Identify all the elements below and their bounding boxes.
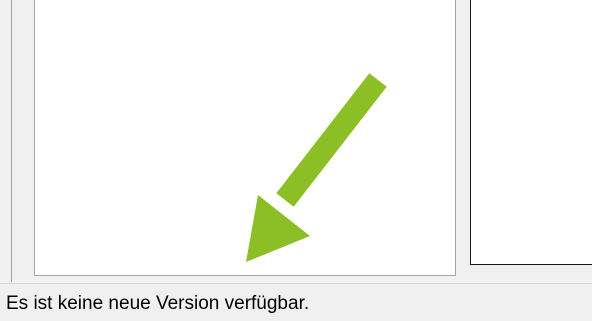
status-bar: Es ist keine neue Version verfügbar. (0, 283, 592, 321)
right-content-panel (470, 0, 592, 265)
window-left-edge (11, 0, 12, 282)
status-message: Es ist keine neue Version verfügbar. (6, 293, 310, 314)
left-content-panel (34, 0, 456, 276)
